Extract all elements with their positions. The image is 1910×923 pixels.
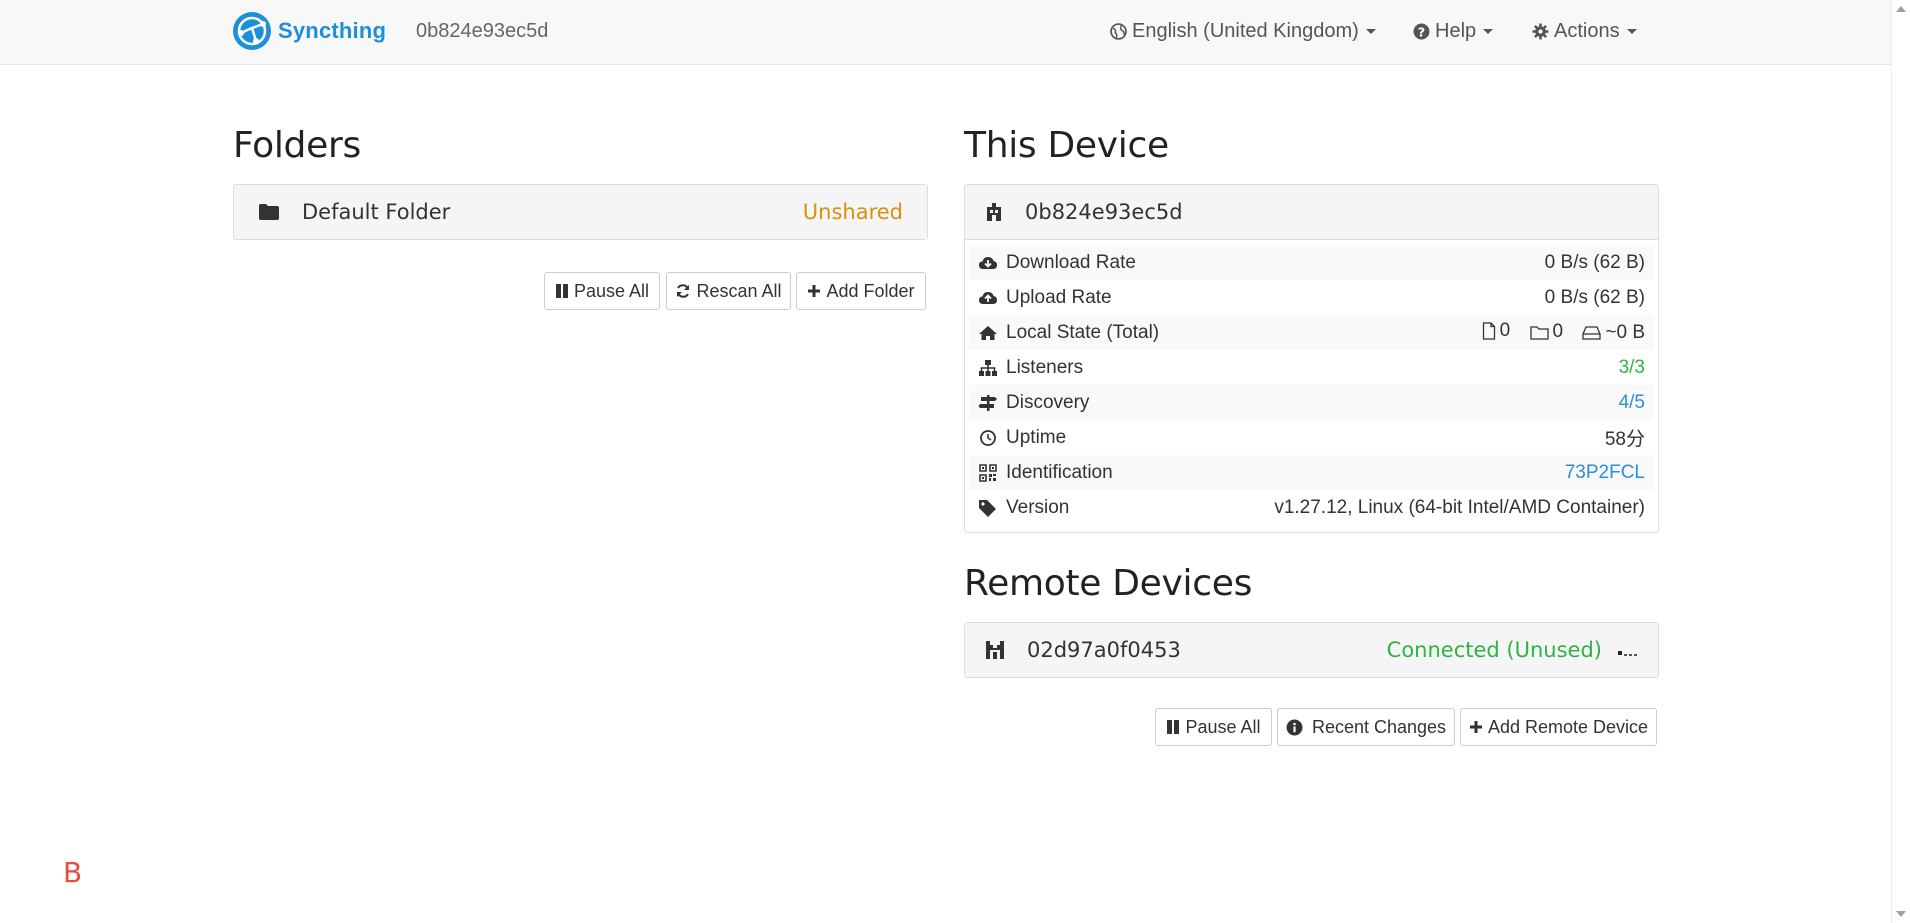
vertical-scrollbar[interactable] (1891, 0, 1910, 923)
top-navbar: Syncthing 0b824e93ec5d English (United K… (0, 0, 1892, 65)
table-row: Discovery 4/5 (969, 385, 1654, 420)
file-icon (1482, 321, 1495, 340)
signpost-icon (978, 394, 997, 411)
uptime-value: 58分 (1604, 429, 1645, 450)
local-size: ~0 B (1605, 321, 1645, 343)
discovery-label: Discovery (1006, 391, 1090, 413)
table-row: Identification 73P2FCL (969, 455, 1654, 490)
local-state-value: 0 0 ~0 B (1201, 315, 1654, 350)
pause-all-label: Pause All (1185, 716, 1261, 737)
download-rate-label: Download Rate (1006, 251, 1136, 273)
upload-rate-value: 0 B/s (62 B) (1544, 286, 1645, 308)
actions-menu[interactable]: Actions (1532, 20, 1637, 43)
identification-label: Identification (1006, 461, 1113, 483)
chevron-down-icon (1626, 29, 1637, 34)
info-circle-icon (1286, 719, 1303, 735)
this-device-panel: 0b824e93ec5d Download Rate 0 B/s (62 B) … (964, 184, 1659, 533)
table-row: Uptime 58分 (969, 420, 1654, 455)
ellipsis-icon (1618, 643, 1640, 657)
device-icon (987, 203, 1001, 221)
syncthing-logo-icon (233, 12, 271, 50)
folder-name: Default Folder (302, 200, 451, 224)
cloud-download-icon (979, 256, 997, 269)
pause-all-label: Pause All (573, 280, 650, 301)
remote-device-name: 02d97a0f0453 (1027, 638, 1181, 662)
listeners-label: Listeners (1006, 356, 1084, 378)
remote-devices-title: Remote Devices (964, 563, 1253, 604)
pause-icon (1167, 720, 1180, 734)
remote-pause-all-button[interactable]: Pause All (1155, 708, 1272, 746)
svg-text:?: ? (1418, 25, 1425, 40)
brand-name: Syncthing (278, 18, 387, 43)
corner-badge-letter: B (63, 856, 83, 889)
folder-panel-default[interactable]: Default Folder Unshared (233, 184, 928, 240)
rescan-all-label: Rescan All (696, 280, 782, 301)
version-label: Version (1006, 496, 1070, 518)
add-remote-device-label: Add Remote Device (1487, 716, 1649, 737)
remote-device-status: Connected (Unused) (1386, 638, 1602, 662)
scroll-down-icon[interactable] (1896, 911, 1906, 917)
add-remote-device-button[interactable]: Add Remote Device (1460, 708, 1657, 746)
identification-value[interactable]: 73P2FCL (1201, 455, 1654, 490)
clock-icon (980, 429, 996, 446)
this-device-name: 0b824e93ec5d (1025, 200, 1183, 224)
folders-pause-all-button[interactable]: Pause All (544, 272, 660, 310)
table-row: Version v1.27.12, Linux (64-bit Intel/AM… (969, 490, 1654, 525)
discovery-value[interactable]: 4/5 (1201, 385, 1654, 420)
language-label: English (United Kingdom) (1132, 20, 1359, 42)
hdd-icon (1582, 325, 1602, 340)
download-rate-value: 0 B/s (62 B) (1201, 245, 1654, 280)
help-label: Help (1435, 20, 1477, 42)
table-row: Local State (Total) 0 0 ~0 B (969, 315, 1654, 350)
folder-status: Unshared (802, 200, 903, 224)
this-device-title: This Device (964, 125, 1169, 166)
add-folder-button[interactable]: Add Folder (796, 272, 926, 310)
scroll-up-icon[interactable] (1896, 6, 1906, 12)
identicon-icon (986, 641, 1004, 659)
plus-icon (1469, 721, 1482, 733)
tag-icon (979, 499, 996, 517)
help-menu[interactable]: ? Help (1413, 20, 1494, 43)
qrcode-icon (979, 463, 997, 482)
home-icon (979, 325, 997, 340)
gear-icon (1532, 23, 1549, 40)
question-circle-icon: ? (1413, 23, 1430, 40)
this-device-info-table: Download Rate 0 B/s (62 B) Upload Rate 0… (969, 245, 1654, 525)
folders-title: Folders (233, 125, 361, 166)
rescan-all-button[interactable]: Rescan All (666, 272, 791, 310)
recent-changes-button[interactable]: Recent Changes (1277, 708, 1455, 746)
brand-logo[interactable]: Syncthing (232, 11, 386, 51)
add-folder-label: Add Folder (826, 280, 915, 301)
navbar-device-id: 0b824e93ec5d (416, 20, 549, 42)
globe-icon (1110, 23, 1127, 40)
pause-icon (555, 284, 568, 298)
local-state-label: Local State (Total) (1006, 321, 1160, 343)
actions-label: Actions (1554, 20, 1620, 42)
local-dirs-count: 0 (1552, 321, 1564, 342)
uptime-label: Uptime (1006, 426, 1067, 448)
table-row: Upload Rate 0 B/s (62 B) (969, 280, 1654, 315)
recent-changes-label: Recent Changes (1311, 716, 1447, 737)
refresh-icon (677, 284, 690, 298)
remote-device-panel[interactable]: 02d97a0f0453 Connected (Unused) (964, 622, 1659, 678)
table-row: Download Rate 0 B/s (62 B) (969, 245, 1654, 280)
sitemap-icon (979, 359, 997, 376)
chevron-down-icon (1365, 29, 1376, 34)
local-files-count: 0 (1499, 319, 1511, 341)
chevron-down-icon (1483, 29, 1494, 34)
folder-icon (259, 204, 279, 220)
listeners-value[interactable]: 3/3 (1201, 350, 1654, 385)
plus-icon (808, 285, 821, 297)
version-value: v1.27.12, Linux (64-bit Intel/AMD Contai… (1274, 496, 1645, 518)
folder-outline-icon (1529, 325, 1549, 340)
upload-rate-label: Upload Rate (1006, 286, 1112, 308)
table-row: Listeners 3/3 (969, 350, 1654, 385)
language-menu[interactable]: English (United Kingdom) (1110, 20, 1376, 43)
cloud-upload-icon (979, 291, 997, 304)
